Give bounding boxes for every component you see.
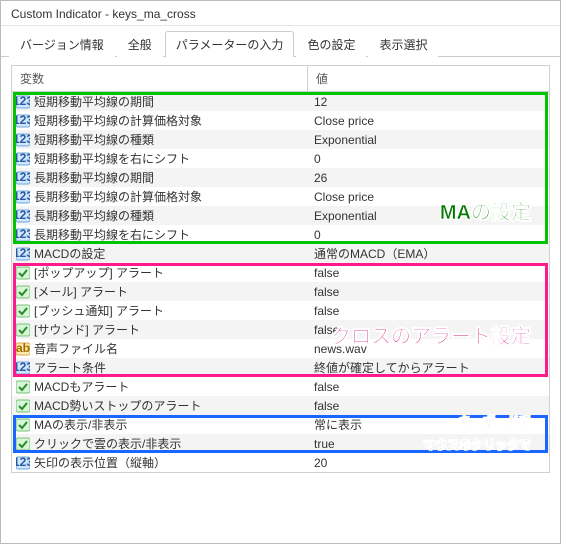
param-label: [ポップアップ] アラート — [34, 264, 164, 281]
param-value[interactable]: false — [308, 266, 549, 280]
param-label: 短期移動平均線の計算価格対象 — [34, 112, 202, 129]
num-icon: 123 — [16, 228, 30, 242]
num-icon: 123 — [16, 190, 30, 204]
param-label: 長期移動平均線の種類 — [34, 207, 154, 224]
param-label: [プッシュ通知] アラート — [34, 302, 164, 319]
table-body: MAの設定 クロスのアラート設定 キーボードでマウスのクリックで 123 短期移動… — [12, 92, 549, 472]
table-row[interactable]: 123 アラート条件 終値が確定してからアラート — [12, 358, 549, 377]
svg-text:123: 123 — [16, 95, 30, 108]
param-label: 矢印の表示位置（縦軸） — [34, 454, 166, 471]
svg-text:123: 123 — [16, 228, 30, 241]
table-row[interactable]: 123 長期移動平均線を右にシフト 0 — [12, 225, 549, 244]
param-label: MACDの設定 — [34, 245, 105, 262]
num-icon: 123 — [16, 361, 30, 375]
num-icon: 123 — [16, 152, 30, 166]
param-label: 長期移動平均線を右にシフト — [34, 226, 190, 243]
param-value[interactable]: 終値が確定してからアラート — [308, 359, 549, 376]
param-value[interactable]: 20 — [308, 456, 549, 470]
param-value[interactable]: Exponential — [308, 133, 549, 147]
bool-icon — [16, 418, 30, 432]
tab-bar: バージョン情報全般パラメーターの入力色の設定表示選択 — [1, 26, 560, 57]
bool-icon — [16, 380, 30, 394]
tab-3[interactable]: 色の設定 — [296, 31, 366, 57]
param-label: 短期移動平均線の種類 — [34, 131, 154, 148]
svg-text:123: 123 — [16, 171, 30, 184]
table-row[interactable]: [メール] アラート false — [12, 282, 549, 301]
param-value[interactable]: 26 — [308, 171, 549, 185]
param-value[interactable]: Close price — [308, 114, 549, 128]
bool-icon — [16, 437, 30, 451]
num-icon: 123 — [16, 209, 30, 223]
table-row[interactable]: 123 短期移動平均線の期間 12 — [12, 92, 549, 111]
str-icon: ab — [16, 342, 30, 356]
num-icon: 123 — [16, 133, 30, 147]
window-title: Custom Indicator - keys_ma_cross — [1, 1, 560, 26]
param-value[interactable]: false — [308, 304, 549, 318]
param-label: クリックで雲の表示/非表示 — [34, 435, 181, 452]
param-label: 短期移動平均線の期間 — [34, 93, 154, 110]
param-value[interactable]: false — [308, 285, 549, 299]
svg-text:123: 123 — [16, 190, 30, 203]
table-row[interactable]: MACDもアラート false — [12, 377, 549, 396]
annotation-display: キーボードでマウスのクリックで — [423, 407, 531, 455]
table-row[interactable]: 123 短期移動平均線の計算価格対象 Close price — [12, 111, 549, 130]
param-value[interactable]: 0 — [308, 152, 549, 166]
table-row[interactable]: 123 短期移動平均線を右にシフト 0 — [12, 149, 549, 168]
num-icon: 123 — [16, 171, 30, 185]
table-header: 変数 値 — [12, 66, 549, 92]
col-value[interactable]: 値 — [308, 66, 549, 91]
tab-4[interactable]: 表示選択 — [368, 31, 438, 57]
num-icon: 123 — [16, 95, 30, 109]
num-icon: 123 — [16, 114, 30, 128]
param-label: MACD勢いストップのアラート — [34, 397, 201, 414]
tab-0[interactable]: バージョン情報 — [9, 31, 115, 57]
bool-icon — [16, 266, 30, 280]
table-row[interactable]: [ポップアップ] アラート false — [12, 263, 549, 282]
annotation-alert: クロスのアラート設定 — [331, 320, 531, 349]
svg-text:123: 123 — [16, 152, 30, 165]
bool-icon — [16, 399, 30, 413]
content-area: 変数 値 MAの設定 クロスのアラート設定 キーボードでマウスのクリックで 12… — [1, 57, 560, 481]
table-row[interactable]: [プッシュ通知] アラート false — [12, 301, 549, 320]
svg-text:123: 123 — [16, 361, 30, 374]
param-value[interactable]: false — [308, 380, 549, 394]
col-variable[interactable]: 変数 — [12, 66, 308, 91]
tab-2[interactable]: パラメーターの入力 — [165, 31, 295, 57]
svg-text:123: 123 — [16, 114, 30, 127]
svg-text:123: 123 — [16, 133, 30, 146]
svg-text:123: 123 — [16, 209, 30, 222]
param-value[interactable]: 通常のMACD（EMA） — [308, 245, 549, 262]
parameter-table: 変数 値 MAの設定 クロスのアラート設定 キーボードでマウスのクリックで 12… — [11, 65, 550, 473]
param-label: 長期移動平均線の計算価格対象 — [34, 188, 202, 205]
tab-1[interactable]: 全般 — [117, 31, 163, 57]
param-label: [メール] アラート — [34, 283, 128, 300]
param-label: アラート条件 — [34, 359, 106, 376]
param-label: [サウンド] アラート — [34, 321, 140, 338]
param-label: MACDもアラート — [34, 378, 129, 395]
param-label: 長期移動平均線の期間 — [34, 169, 154, 186]
bool-icon — [16, 304, 30, 318]
param-label: 音声ファイル名 — [34, 340, 118, 357]
param-value[interactable]: 12 — [308, 95, 549, 109]
table-row[interactable]: 123 短期移動平均線の種類 Exponential — [12, 130, 549, 149]
num-icon: 123 — [16, 456, 30, 470]
param-label: 短期移動平均線を右にシフト — [34, 150, 190, 167]
table-row[interactable]: 123 MACDの設定 通常のMACD（EMA） — [12, 244, 549, 263]
num-icon: 123 — [16, 247, 30, 261]
param-value[interactable]: 0 — [308, 228, 549, 242]
param-label: MAの表示/非表示 — [34, 416, 127, 433]
bool-icon — [16, 323, 30, 337]
svg-text:123: 123 — [16, 456, 30, 469]
table-row[interactable]: 123 矢印の表示位置（縦軸） 20 — [12, 453, 549, 472]
annotation-ma: MAの設定 — [440, 196, 531, 225]
svg-text:ab: ab — [16, 342, 30, 355]
table-row[interactable]: 123 長期移動平均線の期間 26 — [12, 168, 549, 187]
svg-text:123: 123 — [16, 247, 30, 260]
bool-icon — [16, 285, 30, 299]
